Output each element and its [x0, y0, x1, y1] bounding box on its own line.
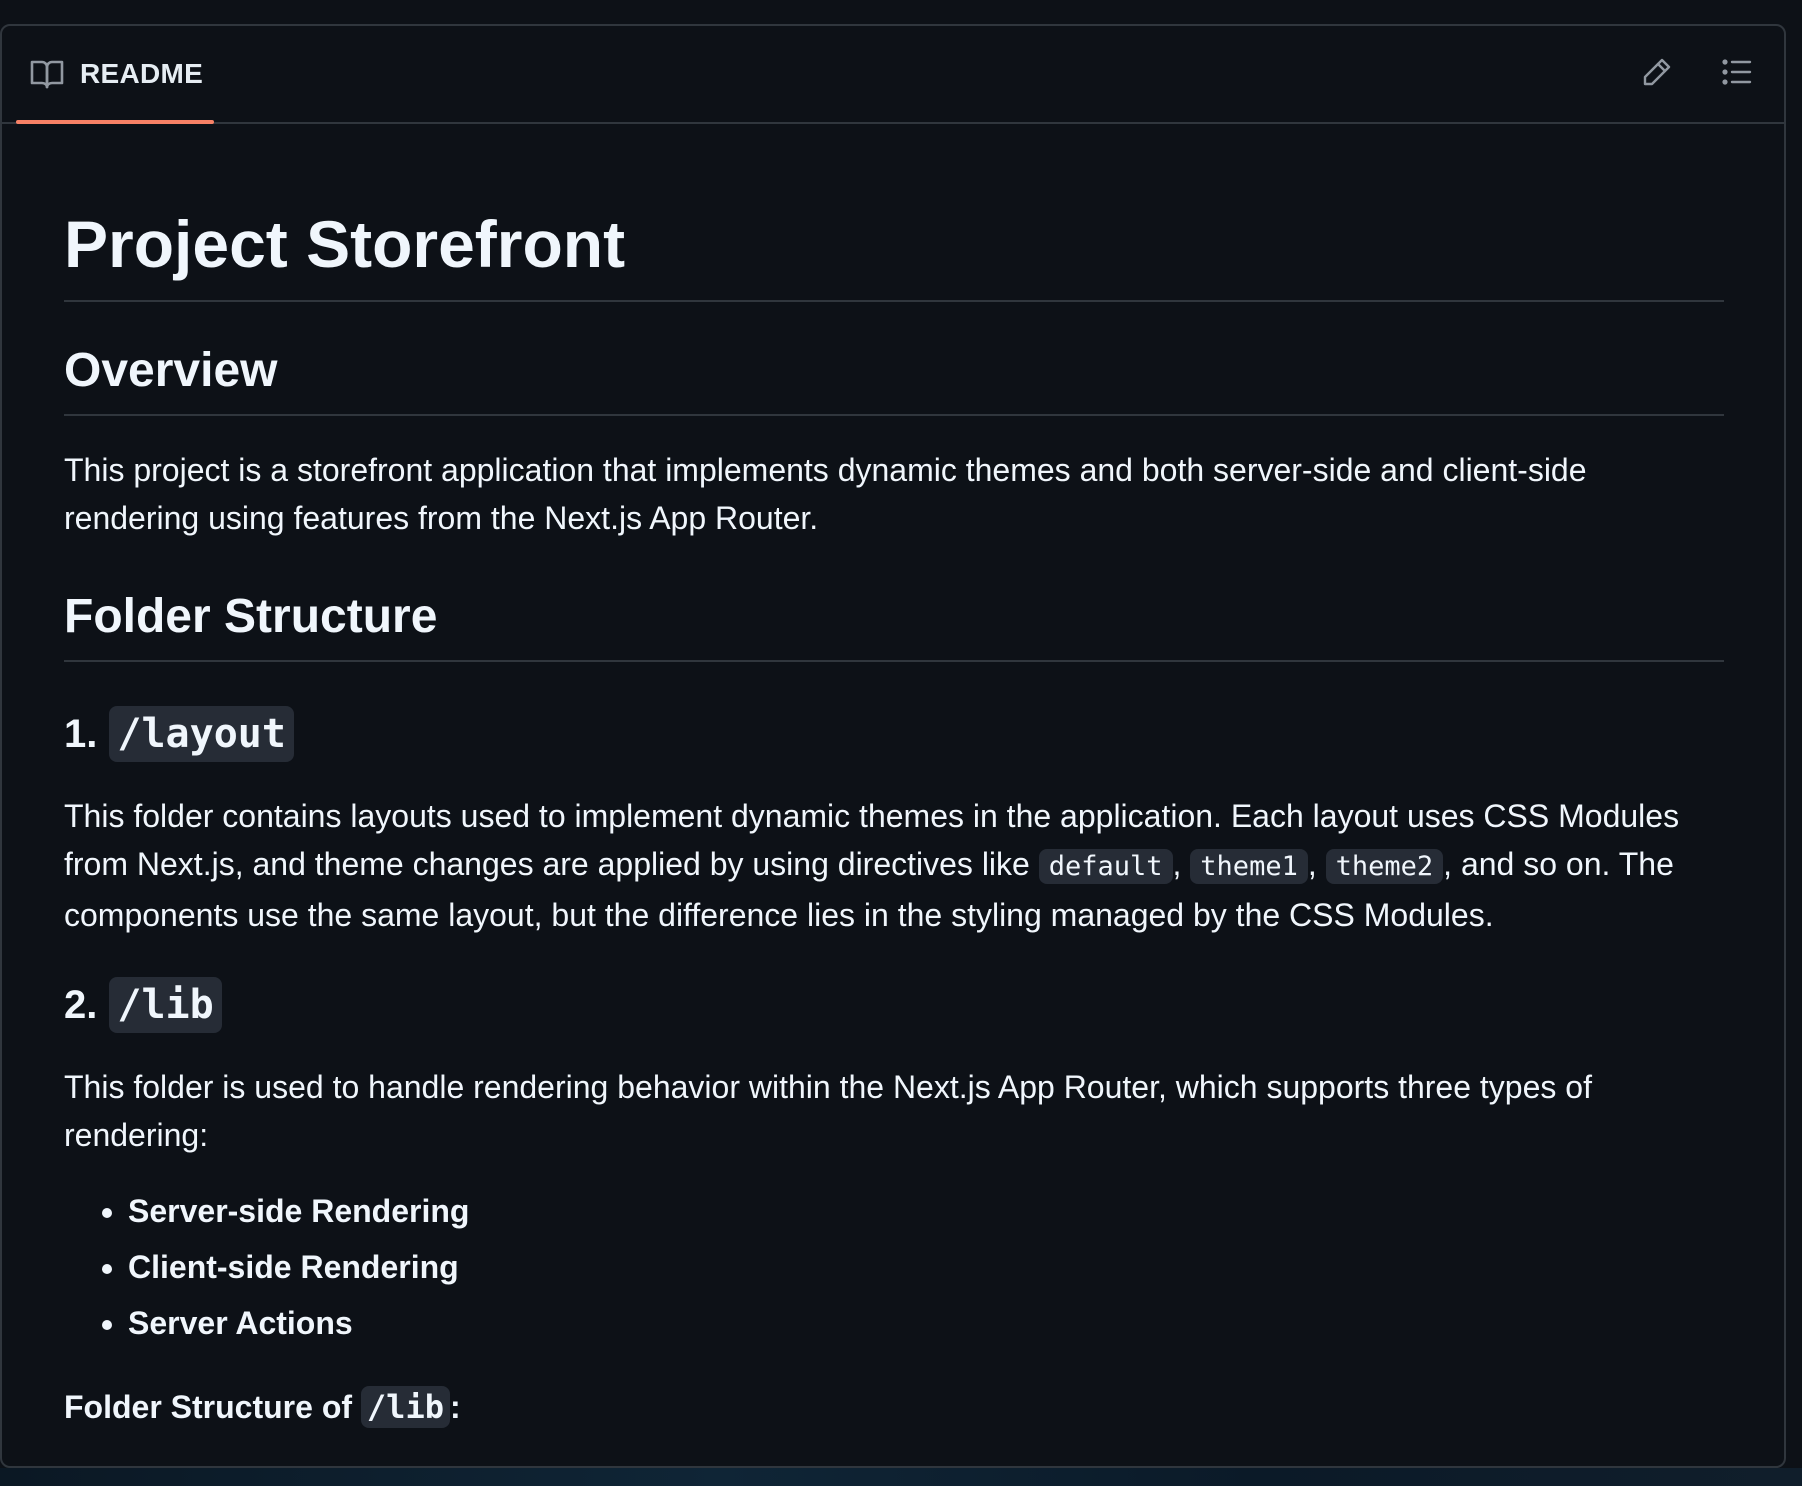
lib-paragraph: This folder is used to handle rendering … [64, 1069, 1592, 1153]
pencil-icon [1642, 57, 1672, 92]
heading-layout-number: 1. [64, 712, 98, 756]
heading-lib-number: 2. [64, 983, 98, 1027]
book-icon [30, 58, 64, 90]
layout-sep-2: , [1307, 846, 1326, 882]
heading-lib-code: /lib [109, 977, 222, 1033]
list-item: Client-side Rendering [128, 1239, 1724, 1295]
page-title: Project Storefront [64, 206, 1724, 302]
code-theme2: theme2 [1325, 849, 1444, 884]
layout-sep-1: , [1172, 846, 1191, 882]
code-theme1: theme1 [1190, 849, 1308, 884]
readme-panel: README Project Storefront Overview This … [0, 24, 1786, 1468]
rendering-types-list: Server-side Rendering Client-side Render… [64, 1183, 1724, 1351]
header-actions [1640, 26, 1754, 122]
heading-overview: Overview [64, 342, 1724, 416]
outline-button[interactable] [1720, 57, 1754, 91]
background-strip [0, 1468, 1802, 1486]
list-item: Server-side Rendering [128, 1183, 1724, 1239]
heading-folder-structure: Folder Structure [64, 588, 1724, 662]
code-default: default [1038, 849, 1173, 884]
lib-structure-code: /lib [360, 1386, 450, 1428]
list-item: Server Actions [128, 1295, 1724, 1351]
list-unordered-icon [1722, 58, 1752, 90]
readme-header: README [2, 26, 1784, 124]
lib-structure-label-text: Folder Structure of [64, 1389, 361, 1425]
lib-structure-suffix: : [449, 1389, 461, 1425]
tab-readme[interactable]: README [16, 26, 214, 124]
overview-paragraph: This project is a storefront application… [64, 452, 1587, 536]
heading-lib: 2. /lib [64, 977, 1724, 1033]
tab-readme-label: README [80, 58, 204, 89]
edit-file-button[interactable] [1640, 57, 1674, 91]
layout-paragraph: This folder contains layouts used to imp… [64, 792, 1724, 939]
heading-layout: 1. /layout [64, 706, 1724, 762]
readme-content: Project Storefront Overview This project… [64, 206, 1724, 1431]
heading-layout-code: /layout [109, 706, 294, 762]
lib-structure-label: Folder Structure of /lib: [64, 1383, 1724, 1431]
